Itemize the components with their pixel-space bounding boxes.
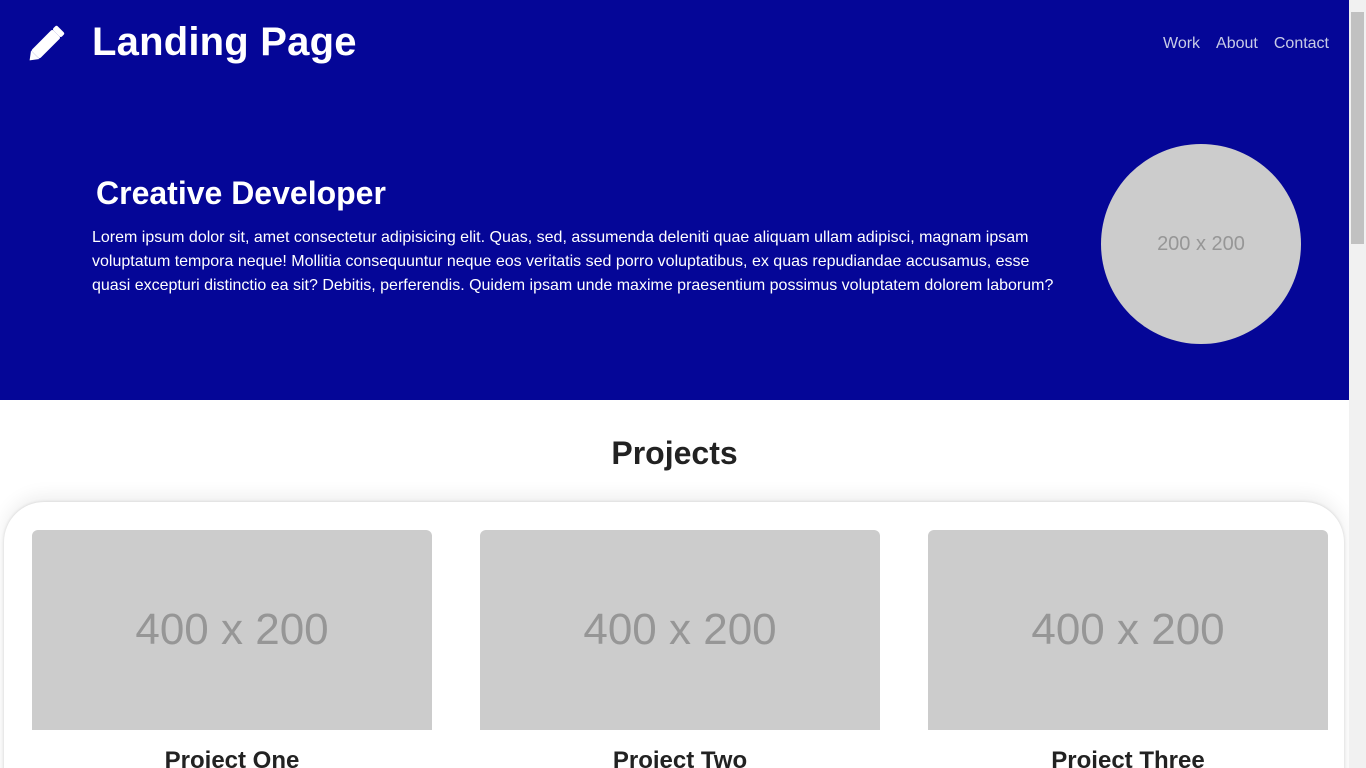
brand[interactable]: Landing Page: [26, 18, 357, 66]
hero-heading: Creative Developer: [96, 175, 386, 211]
project-card-two[interactable]: 400 x 200 Project Two: [480, 530, 880, 768]
avatar-placeholder: 200 x 200: [1101, 144, 1301, 344]
scrollbar-thumb[interactable]: [1351, 12, 1364, 244]
project-image: 400 x 200: [480, 530, 880, 730]
page: Landing Page Work About Contact Creative…: [0, 0, 1349, 768]
nav-link-contact[interactable]: Contact: [1274, 34, 1329, 54]
avatar-placeholder-label: 200 x 200: [1157, 232, 1245, 255]
projects-section: 400 x 200 Project One 400 x 200 Project …: [4, 502, 1344, 768]
nav-link-about[interactable]: About: [1216, 34, 1258, 54]
project-image: 400 x 200: [32, 530, 432, 730]
hero-section: Landing Page Work About Contact Creative…: [0, 0, 1349, 400]
project-name: Project Two: [612, 747, 748, 768]
projects-title: Projects: [611, 435, 738, 471]
project-name: Project Three: [1051, 747, 1205, 768]
hero-content: Creative Developer Lorem ipsum dolor sit…: [92, 172, 1062, 298]
brand-title: Landing Page: [92, 20, 357, 64]
project-image-label: 400 x 200: [135, 605, 329, 654]
nav-link-work[interactable]: Work: [1163, 34, 1200, 54]
pencil-icon: [26, 20, 70, 64]
project-image: 400 x 200: [928, 530, 1328, 730]
project-image-label: 400 x 200: [583, 605, 777, 654]
project-card-three[interactable]: 400 x 200 Project Three: [928, 530, 1328, 768]
main-nav: Work About Contact: [1163, 34, 1329, 54]
project-card-one[interactable]: 400 x 200 Project One: [32, 530, 432, 768]
vertical-scrollbar[interactable]: [1349, 0, 1366, 768]
hero-text: Lorem ipsum dolor sit, amet consectetur …: [92, 229, 1054, 294]
project-image-label: 400 x 200: [1031, 605, 1225, 654]
project-name: Project One: [164, 747, 300, 768]
